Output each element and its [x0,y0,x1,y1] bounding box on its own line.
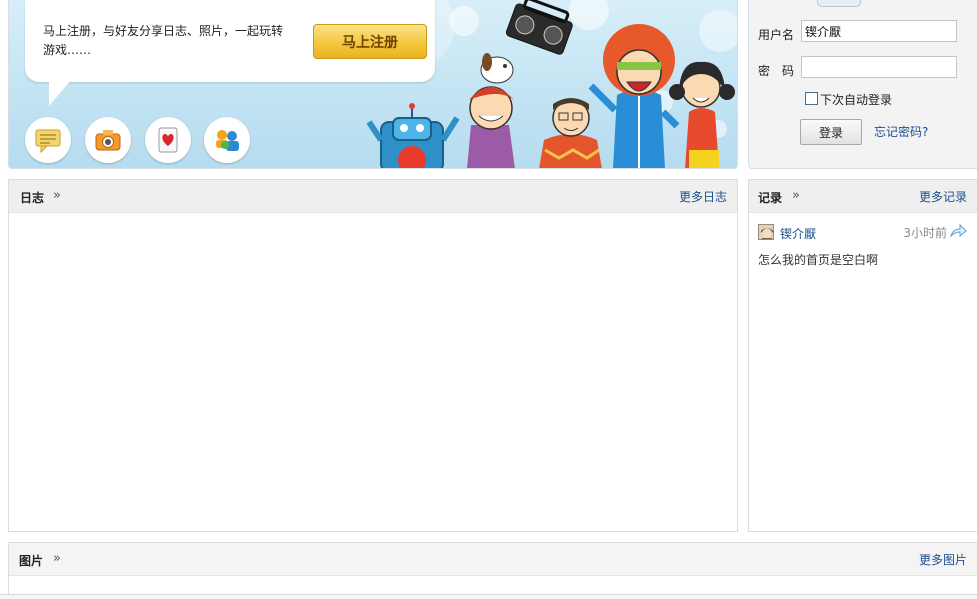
login-button[interactable]: 登录 [800,119,862,145]
blog-panel-title[interactable]: 日志 [20,189,44,206]
username-label: 用户名 [758,28,795,42]
avatar[interactable] [758,224,774,240]
login-panel: 用户名 密 码 下次自动登录 登录 忘记密码? [748,0,977,169]
photos-panel-title[interactable]: 图片 [19,552,43,569]
promo-text: 马上注册，与好友分享日志、照片，一起玩转游戏…… [43,24,284,57]
record-content: 怎么我的首页是空白啊 [758,253,879,267]
speech-bubble-tail [49,80,71,106]
username-input[interactable] [801,20,957,42]
photos-panel-header: 图片 » 更多图片 [9,543,977,576]
blog-panel-header: 日志 » 更多日志 [9,180,737,213]
record-user-name[interactable]: 锲介厭 [780,225,816,242]
camera-icon[interactable] [85,117,131,163]
double-chevron-right-icon[interactable]: » [792,188,800,203]
share-arrow-icon[interactable] [949,223,967,240]
records-panel-header: 记录 » 更多记录 [749,180,977,213]
password-input[interactable] [801,56,957,78]
message-icon[interactable] [25,117,71,163]
bottom-scroll-edge [0,594,977,599]
login-panel-tab [817,0,861,7]
photos-panel: 图片 » 更多图片 [8,542,977,599]
more-photos-link[interactable]: 更多图片 [919,551,967,568]
record-timestamp: 3小时前 [903,226,947,240]
card-game-icon[interactable] [145,117,191,163]
remember-login-checkbox[interactable] [805,92,818,105]
page-root: 马上注册，与好友分享日志、照片，一起玩转游戏…… 马上注册 用户名 锲介厭 密 … [0,0,977,599]
records-panel: 记录 » 更多记录 锲介厭 3小时前 怎么我的首页是空白啊 [748,179,977,532]
remember-login-label[interactable]: 下次自动登录 [820,91,892,108]
double-chevron-right-icon[interactable]: » [53,551,61,566]
more-records-link[interactable]: 更多记录 [919,188,967,205]
forgot-password-link[interactable]: 忘记密码? [874,123,928,140]
cartoon-characters-illustration [366,0,735,168]
more-blogs-link[interactable]: 更多日志 [679,188,727,205]
records-panel-title[interactable]: 记录 [758,189,782,206]
friends-icon[interactable] [204,117,250,163]
blog-panel: 日志 » 更多日志 [8,179,738,532]
password-label: 密 码 [758,64,795,78]
double-chevron-right-icon[interactable]: » [53,188,61,203]
promo-banner: 马上注册，与好友分享日志、照片，一起玩转游戏…… 马上注册 [8,0,738,169]
